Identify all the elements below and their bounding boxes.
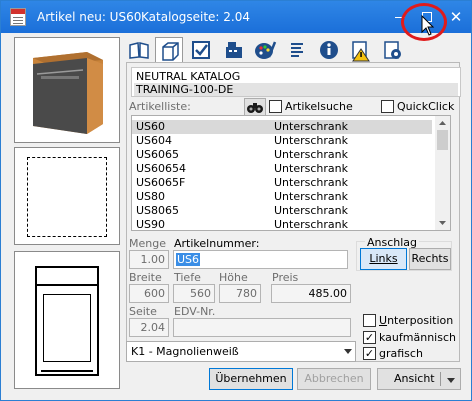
article-search-label: Artikelsuche	[285, 100, 353, 113]
tab-article[interactable]	[155, 37, 183, 63]
list-item[interactable]: US60 Unterschrank	[132, 120, 432, 134]
color-combobox[interactable]: K1 - Magnolienweiß	[126, 341, 356, 362]
tab-info[interactable]	[315, 37, 343, 63]
list-scrollbar[interactable]	[435, 116, 450, 230]
article-list[interactable]: US60 Unterschrank US604 Unterschrank US606…	[131, 115, 451, 231]
palette-icon	[255, 41, 277, 59]
tiefe-label: Tiefe	[174, 271, 201, 284]
text-lines-icon	[291, 43, 303, 57]
article-list-label: Artikelliste:	[129, 100, 191, 113]
grafisch-label: grafisch	[379, 347, 423, 360]
mouse-cursor-icon	[421, 15, 435, 36]
artnr-field[interactable]: US6	[173, 250, 348, 269]
preis-field[interactable]: 485.00	[271, 284, 351, 303]
catalog-name: NEUTRAL KATALOG	[136, 70, 241, 83]
app-icon	[10, 8, 26, 26]
unterposition-checkbox[interactable]	[363, 314, 376, 327]
uebernehmen-button[interactable]: Übernehmen	[209, 368, 293, 390]
tiefe-field[interactable]: 560	[173, 284, 215, 303]
tab-price[interactable]	[219, 37, 247, 63]
kaufmaennisch-label: kaufmännisch	[379, 331, 456, 344]
chevron-down-icon	[344, 349, 352, 354]
breite-field[interactable]: 600	[129, 284, 169, 303]
tab-settings[interactable]	[379, 37, 407, 63]
cash-register-icon	[226, 42, 242, 58]
list-item[interactable]: US80 Unterschrank	[132, 190, 432, 204]
title-bar[interactable]: Artikel neu: US60 Katalogseite: 2.04 ✕	[1, 1, 471, 33]
book-icon	[129, 42, 149, 59]
dialog-window: Artikel neu: US60 Katalogseite: 2.04 ✕ N…	[0, 0, 472, 401]
cabinet-front-drawing	[35, 266, 99, 376]
tab-catalog[interactable]	[125, 37, 153, 63]
unterposition-label: Unterposition	[379, 314, 454, 327]
checkbox-icon	[192, 41, 210, 59]
preis-label: Preis	[272, 271, 299, 284]
scroll-up-icon	[439, 121, 446, 125]
artnr-label: Artikelnummer:	[174, 237, 260, 250]
scrollbar-thumb[interactable]	[437, 130, 448, 150]
article-3d-preview	[14, 37, 120, 143]
list-item[interactable]: US6065F Unterschrank	[132, 176, 432, 190]
dashed-outline	[27, 157, 107, 237]
window-title: Artikel neu: US60	[37, 10, 142, 24]
warning-document-icon	[352, 41, 370, 62]
scroll-down-icon	[439, 221, 446, 225]
list-item[interactable]: US90 Unterschrank	[132, 218, 432, 230]
cabinet-3d-image	[33, 52, 103, 134]
quickclick-label: QuickClick	[397, 100, 455, 113]
tab-colors[interactable]	[251, 37, 279, 63]
catalog-page-label: Katalogseite: 2.04	[141, 10, 250, 24]
menge-field[interactable]: 1.00	[129, 250, 169, 269]
list-item[interactable]: US604 Unterschrank	[132, 134, 432, 148]
abbrechen-button[interactable]: Abbrechen	[297, 368, 371, 390]
ansicht-button[interactable]: Ansicht	[377, 368, 461, 390]
links-button[interactable]: Links	[360, 248, 407, 270]
list-item[interactable]: US60654 Unterschrank	[132, 162, 432, 176]
kaufmaennisch-checkbox[interactable]: ✓	[363, 331, 376, 344]
list-item[interactable]: US8065 Unterschrank	[132, 204, 432, 218]
quickclick-checkbox[interactable]	[381, 100, 394, 113]
breite-label: Breite	[129, 271, 162, 284]
binoculars-icon	[247, 103, 263, 113]
catalog-info-box: NEUTRAL KATALOG TRAINING-100-DE	[131, 67, 461, 97]
tab-properties[interactable]	[187, 37, 215, 63]
artnr-value: US6	[176, 253, 201, 266]
edv-label: EDV-Nr.	[174, 305, 216, 318]
info-icon	[320, 41, 338, 59]
cube-icon	[162, 42, 179, 61]
grafisch-checkbox[interactable]: ✓	[363, 347, 376, 360]
edv-field[interactable]	[173, 318, 351, 337]
chevron-down-icon	[447, 378, 455, 383]
hoehe-label: Höhe	[219, 271, 248, 284]
catalog-code: TRAINING-100-DE	[134, 83, 458, 96]
rechts-button[interactable]: Rechts	[409, 248, 451, 270]
search-button[interactable]	[244, 98, 266, 116]
hoehe-field[interactable]: 780	[219, 284, 261, 303]
menge-label: Menge	[129, 237, 166, 250]
color-combobox-value: K1 - Magnolienweiß	[131, 345, 239, 358]
list-item[interactable]: US6065 Unterschrank	[132, 148, 432, 162]
settings-document-icon	[384, 41, 401, 59]
seite-field[interactable]: 2.04	[129, 318, 169, 337]
article-search-checkbox[interactable]	[269, 100, 282, 113]
seite-label: Seite	[129, 305, 157, 318]
tab-warnings[interactable]	[347, 37, 375, 63]
tab-text[interactable]	[283, 37, 311, 63]
